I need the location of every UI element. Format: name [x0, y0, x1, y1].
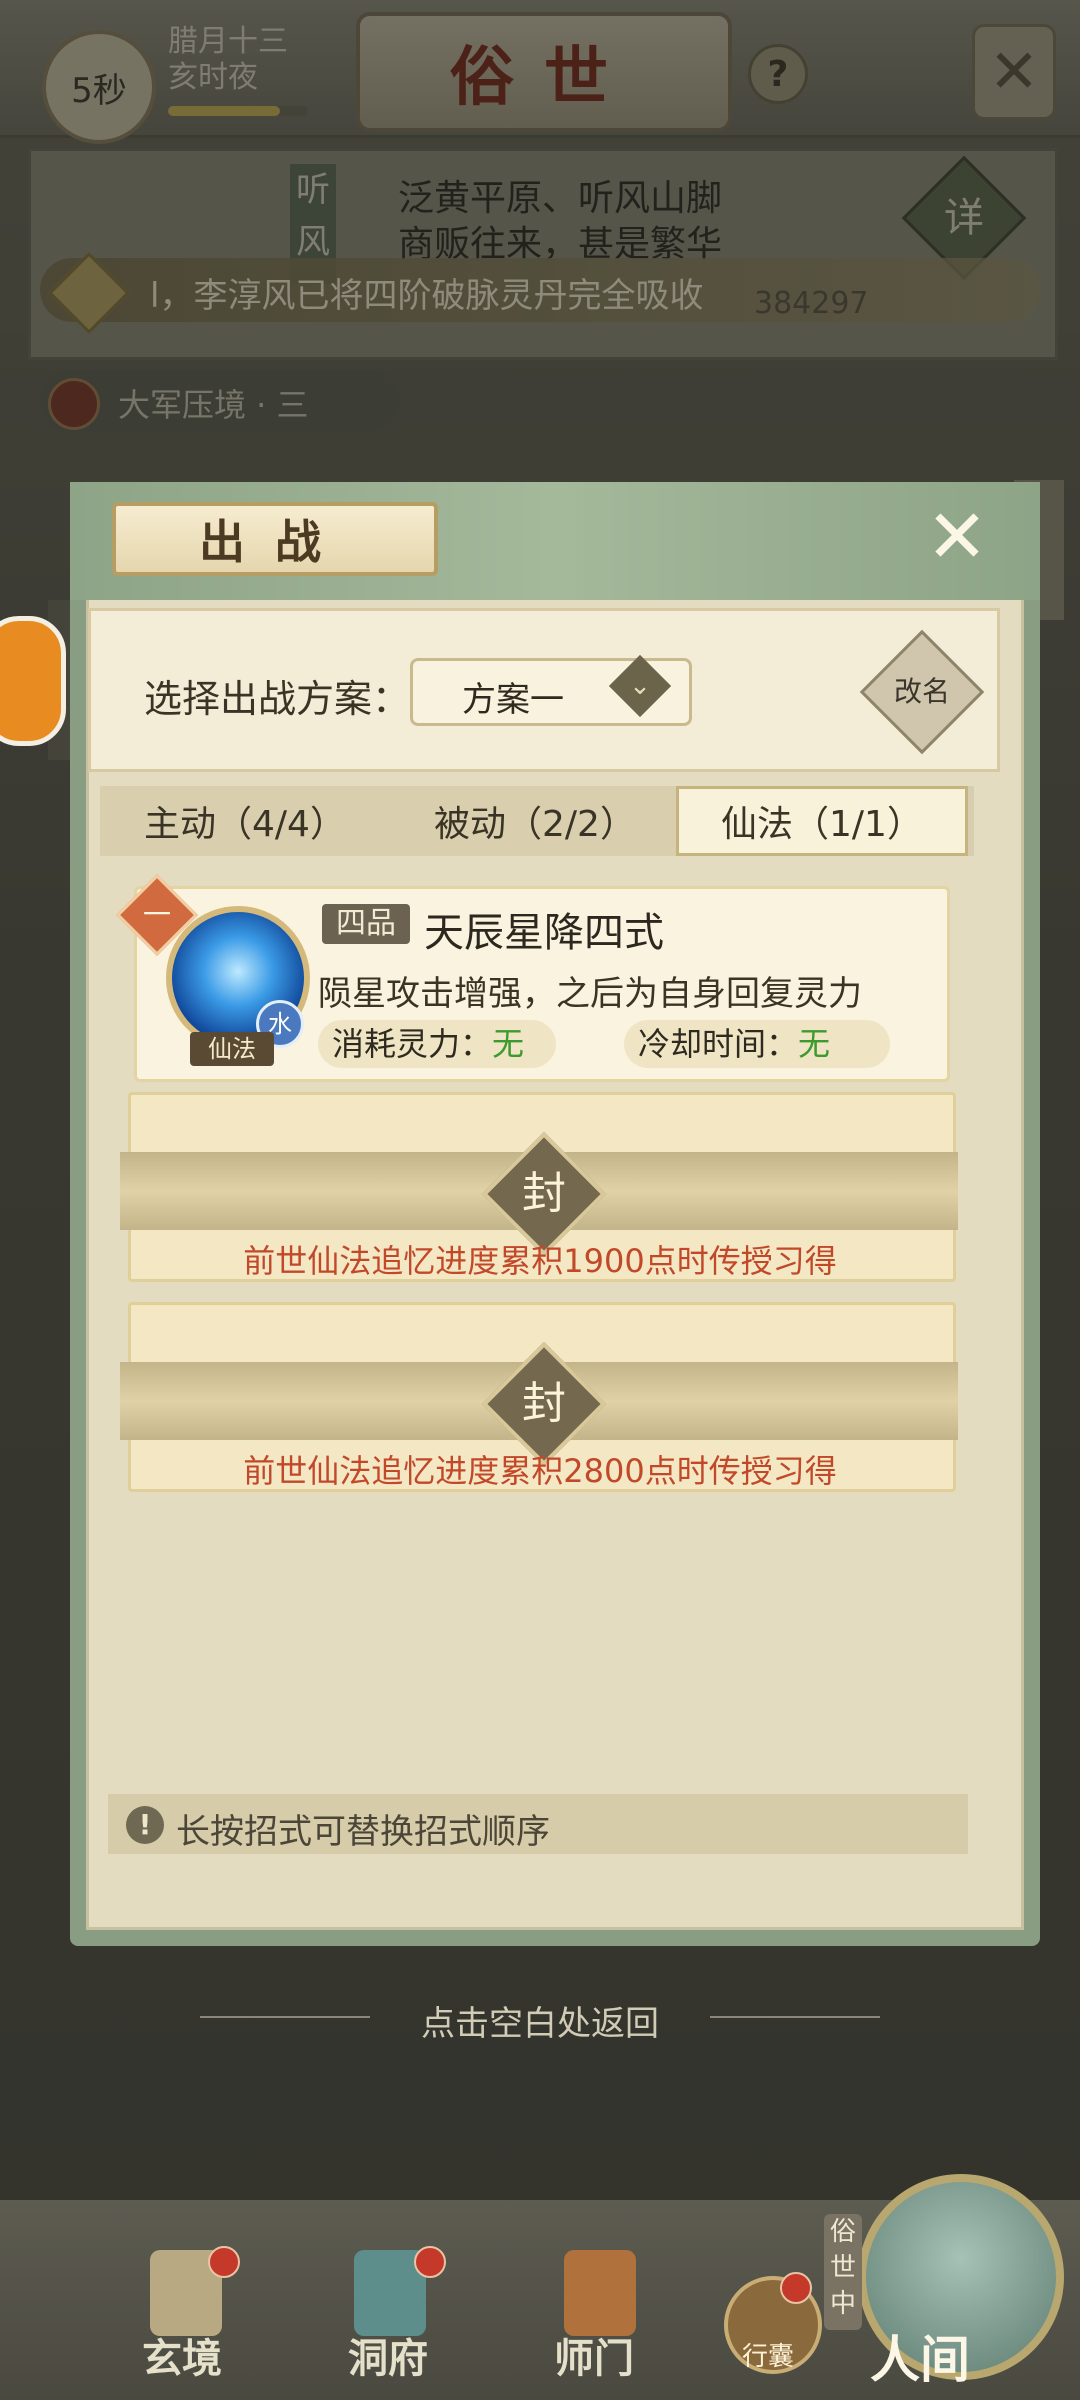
- chevron-down-icon[interactable]: ⌄: [608, 654, 672, 718]
- seal-glyph: 封: [522, 1168, 566, 1219]
- notification-dot: [780, 2272, 812, 2304]
- nav-item-xuanjing[interactable]: 玄境: [130, 2246, 250, 2390]
- back-hint[interactable]: 点击空白处返回: [340, 1996, 740, 2045]
- notification-dot: [208, 2246, 240, 2278]
- nav-label: 洞府: [348, 2335, 428, 2382]
- world-status-tag: 俗世中: [824, 2214, 862, 2330]
- cost-value: 无: [492, 1025, 525, 1063]
- skill-description: 陨星攻击增强，之后为自身回复灵力: [318, 974, 862, 1014]
- unlock-requirement-1: 前世仙法追忆进度累积1900点时传授习得: [243, 1242, 837, 1280]
- cooldown-label: 冷却时间：: [638, 1025, 799, 1063]
- cost-label: 消耗灵力：: [332, 1025, 493, 1063]
- bag-label: 行囊: [742, 2342, 795, 2372]
- skill-cost: 消耗灵力：无: [318, 1020, 556, 1068]
- scheme-value: 方案一: [462, 680, 564, 720]
- chevron-glyph: ⌄: [629, 671, 651, 701]
- skill-name: 天辰星降四式: [424, 910, 664, 956]
- tab-spell-skills[interactable]: 仙法（1/1）: [676, 786, 968, 856]
- scheme-label: 选择出战方案：: [144, 677, 411, 721]
- modal-title-plate: 出战: [112, 502, 438, 576]
- nav-label: 玄境: [142, 2335, 222, 2382]
- world-label: 人间: [870, 2330, 970, 2389]
- seal-glyph: 封: [522, 1378, 566, 1429]
- cooldown-value: 无: [798, 1025, 831, 1063]
- nav-item-shimen[interactable]: 师门: [540, 2250, 660, 2390]
- notification-dot: [414, 2246, 446, 2278]
- rename-label: 改名: [893, 675, 950, 708]
- nav-item-dongfu[interactable]: 洞府: [330, 2246, 450, 2390]
- modal-title: 出战: [199, 515, 351, 569]
- tip-text: 长按招式可替换招式顺序: [176, 1812, 550, 1852]
- tab-passive-skills[interactable]: 被动（2/2）: [390, 786, 680, 856]
- nav-label: 师门: [554, 2335, 634, 2382]
- slot-rank: 一: [142, 898, 171, 931]
- unlock-requirement-2: 前世仙法追忆进度累积2800点时传授习得: [243, 1452, 837, 1490]
- divider-right: [710, 2016, 880, 2018]
- skill-type-label: 仙法: [190, 1032, 274, 1066]
- floating-assistant-icon[interactable]: [0, 616, 66, 746]
- info-icon: !: [126, 1806, 164, 1844]
- tab-active-skills[interactable]: 主动（4/4）: [100, 786, 390, 856]
- banner-icon: [564, 2250, 636, 2336]
- skill-cooldown: 冷却时间：无: [624, 1020, 890, 1068]
- modal-close-icon[interactable]: ✕: [918, 498, 996, 576]
- skill-grade-badge: 四品: [322, 904, 410, 944]
